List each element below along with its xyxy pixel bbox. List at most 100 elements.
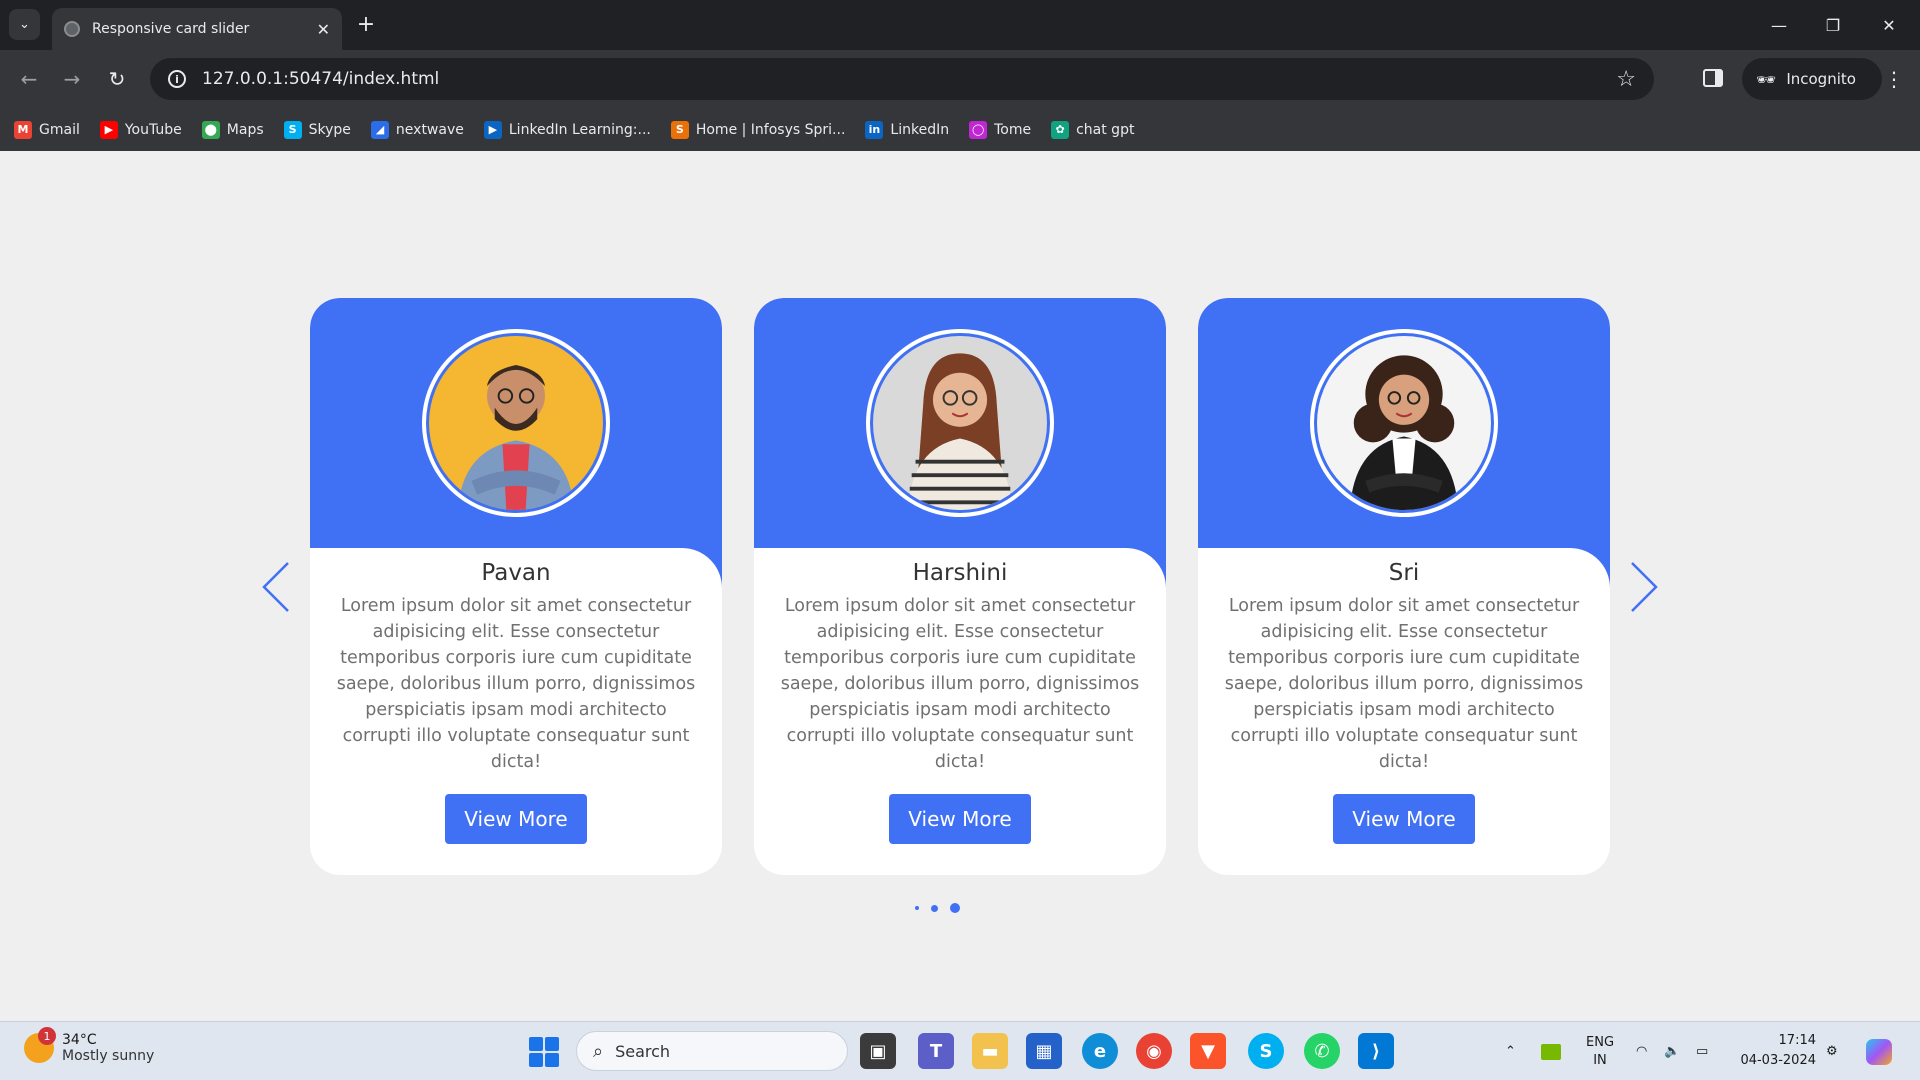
bookmark-nextwave[interactable]: ◢ nextwave [370, 120, 464, 139]
file-explorer-icon[interactable]: ▬ [972, 1033, 1008, 1069]
weather-widget[interactable]: 1 34°C Mostly sunny [24, 1027, 154, 1064]
previous-arrow-icon[interactable] [258, 559, 298, 615]
avatar [873, 336, 1047, 510]
url-text[interactable]: 127.0.0.1:50474/index.html [202, 69, 1616, 89]
card-name: Harshini [912, 560, 1008, 586]
task-view-icon[interactable]: ▣ [860, 1033, 896, 1069]
bookmark-youtube[interactable]: ▶ YouTube [99, 120, 182, 139]
region-code: IN [1593, 1052, 1607, 1068]
avatar-ring [422, 329, 610, 517]
vscode-icon[interactable]: ⟩ [1358, 1033, 1394, 1069]
microsoft-store-icon[interactable]: ▦ [1026, 1033, 1062, 1069]
sun-icon: 1 [24, 1027, 56, 1063]
minimize-button[interactable]: — [1756, 10, 1802, 40]
bookmark-label: Tome [994, 121, 1032, 138]
card-description: Lorem ipsum dolor sit amet consectetur a… [1224, 596, 1584, 772]
card-description: Lorem ipsum dolor sit amet consectetur a… [780, 596, 1140, 772]
incognito-label: Incognito [1786, 70, 1856, 88]
browser-toolbar: ← → ↻ i 127.0.0.1:50474/index.html ☆ 🕶 I… [0, 50, 1920, 108]
forward-button[interactable]: → [57, 64, 87, 94]
wifi-icon[interactable]: ◠ [1636, 1022, 1647, 1080]
infosys-icon: S [670, 120, 689, 139]
tab-title: Responsive card slider [92, 21, 250, 37]
youtube-icon: ▶ [99, 120, 118, 139]
search-icon: ⌕ [593, 1040, 604, 1062]
bookmark-chat[interactable]: ✿ chat gpt [1051, 120, 1135, 139]
bookmark-label: Maps [226, 121, 264, 138]
language-code: ENG [1586, 1034, 1615, 1050]
gmail-icon: M [14, 120, 32, 139]
bookmark-label: LinkedIn [890, 121, 950, 138]
windows-taskbar: 1 34°C Mostly sunny ⌕ Search ▣ T ▬ ▦ e ◉… [0, 1021, 1920, 1080]
battery-icon[interactable]: ▭ [1696, 1022, 1708, 1080]
restore-button[interactable]: ❐ [1810, 10, 1856, 40]
settings-gear-icon[interactable]: ⚙ [1826, 1022, 1838, 1080]
incognito-icon: 🕶 [1756, 69, 1777, 89]
close-tab-icon[interactable]: ✕ [317, 20, 330, 39]
weather-temperature: 34°C [62, 1032, 97, 1048]
whatsapp-icon[interactable]: ✆ [1304, 1033, 1340, 1069]
clock-time: 17:14 [1778, 1033, 1816, 1048]
bookmark-linkedin[interactable]: ▶ LinkedIn Learning:... [483, 120, 651, 139]
skype-icon: S [283, 120, 302, 139]
brave-icon[interactable]: ▼ [1190, 1033, 1226, 1069]
new-tab-button[interactable]: + [352, 10, 380, 38]
card-name: Sri [1388, 560, 1420, 586]
nextwave-icon: ◢ [370, 120, 389, 139]
bookmark-label: chat gpt [1076, 121, 1135, 138]
skype-taskbar-icon[interactable]: S [1248, 1033, 1284, 1069]
reload-button[interactable]: ↻ [102, 64, 132, 94]
chevron-down-icon: ⌄ [19, 17, 30, 32]
chatgpt-icon: ✿ [1051, 120, 1070, 139]
linkedin-icon: in [865, 120, 884, 139]
bookmark-skype[interactable]: S Skype [283, 120, 351, 139]
bookmark-star-icon[interactable]: ☆ [1616, 67, 1636, 92]
maps-icon: ⬤ [201, 120, 220, 139]
view-more-button[interactable]: View More [889, 794, 1031, 844]
next-arrow-icon[interactable] [1622, 559, 1662, 615]
bookmark-tome[interactable]: ◯ Tome [969, 120, 1032, 139]
pagination-dot[interactable] [950, 903, 960, 913]
profile-card-sri: Sri Lorem ipsum dolor sit amet consectetu… [1198, 298, 1610, 875]
avatar [429, 336, 603, 510]
site-info-icon[interactable]: i [168, 70, 186, 88]
notification-badge: 1 [38, 1027, 56, 1045]
browser-menu-icon[interactable]: ⋮ [1884, 64, 1904, 94]
bookmark-label: YouTube [124, 121, 182, 138]
chrome-icon[interactable]: ◉ [1136, 1033, 1172, 1069]
card-description: Lorem ipsum dolor sit amet consectetur a… [336, 596, 696, 772]
edge-icon[interactable]: e [1082, 1033, 1118, 1069]
language-indicator[interactable]: ENG IN [1586, 1022, 1614, 1080]
browser-tab[interactable]: Responsive card slider ✕ [52, 8, 342, 50]
search-label: Search [615, 1041, 671, 1061]
taskbar-search[interactable]: ⌕ Search [576, 1031, 848, 1071]
side-panel-icon[interactable] [1703, 69, 1723, 87]
card-name: Pavan [481, 560, 551, 586]
back-button[interactable]: ← [14, 64, 44, 94]
browser-tab-strip: ⌄ Responsive card slider ✕ + — ❐ ✕ [0, 0, 1920, 50]
view-more-button[interactable]: View More [445, 794, 587, 844]
start-button[interactable] [529, 1037, 559, 1067]
avatar-ring [866, 329, 1054, 517]
linkedin-learning-icon: ▶ [483, 120, 502, 139]
copilot-icon[interactable] [1866, 1022, 1892, 1080]
volume-icon[interactable]: 🔈 [1664, 1022, 1680, 1080]
address-bar[interactable]: i 127.0.0.1:50474/index.html ☆ [150, 58, 1654, 100]
close-window-button[interactable]: ✕ [1866, 10, 1912, 40]
teams-icon[interactable]: T [918, 1033, 954, 1069]
tab-search-button[interactable]: ⌄ [9, 9, 40, 40]
pagination-dot[interactable] [915, 906, 919, 910]
tome-icon: ◯ [969, 120, 988, 139]
incognito-indicator[interactable]: 🕶 Incognito [1742, 58, 1882, 100]
view-more-button[interactable]: View More [1333, 794, 1475, 844]
show-hidden-icons-chevron-icon[interactable]: ⌃ [1505, 1022, 1516, 1080]
pagination-dot[interactable] [931, 904, 938, 912]
bookmark-home[interactable]: S Home | Infosys Spri... [670, 120, 845, 139]
bookmark-maps[interactable]: ⬤ Maps [201, 120, 264, 139]
bookmark-linkedin[interactable]: in LinkedIn [865, 120, 950, 139]
system-clock[interactable]: 17:14 04-03-2024 [1736, 1031, 1816, 1071]
slider-pagination [915, 903, 972, 913]
bookmark-gmail[interactable]: M Gmail [14, 120, 80, 139]
bookmark-label: Skype [308, 121, 351, 138]
nvidia-icon[interactable] [1541, 1022, 1561, 1080]
